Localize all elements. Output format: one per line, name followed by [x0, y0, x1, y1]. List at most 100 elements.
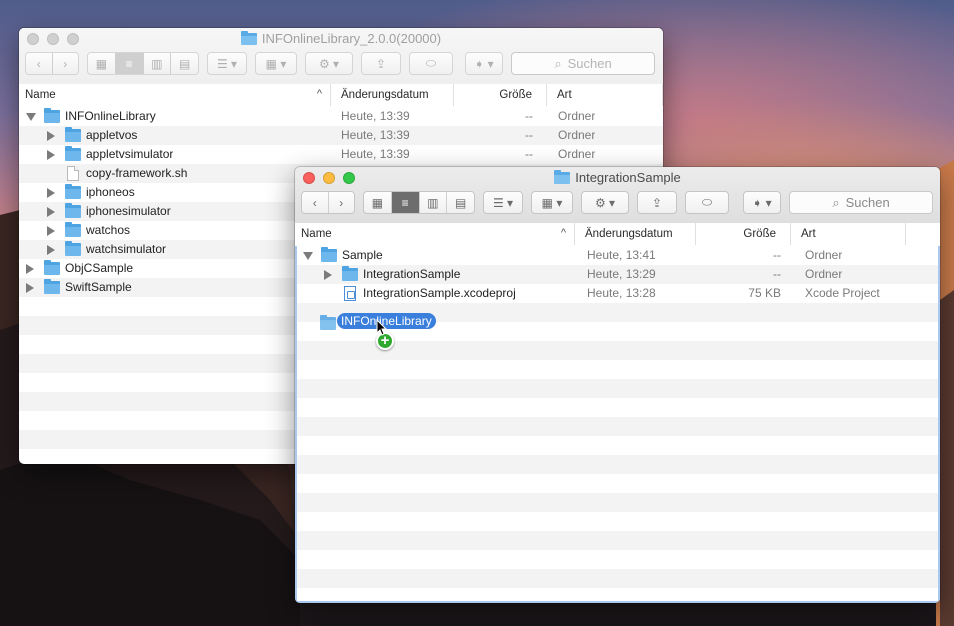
modified-date: Heute, 13:39: [341, 147, 410, 161]
disclosure-open-icon[interactable]: [26, 113, 36, 121]
file-size: --: [773, 248, 781, 262]
folder-icon: [44, 279, 60, 294]
search-field[interactable]: ⌕ Suchen: [789, 191, 933, 214]
empty-row: [297, 360, 938, 379]
disclosure-closed-icon[interactable]: [47, 131, 55, 141]
file-list[interactable]: Sample Heute, 13:41 -- Ordner IntegrationSam…: [295, 246, 940, 603]
arrange-button[interactable]: ☰ ▾: [207, 52, 247, 75]
list-item[interactable]: INFOnlineLibrary Heute, 13:39 -- Ordner: [19, 107, 663, 126]
dropbox-button[interactable]: ➧ ▾: [743, 191, 781, 214]
empty-row: [297, 436, 938, 455]
list-item[interactable]: Sample Heute, 13:41 -- Ordner: [297, 246, 938, 265]
arrow-cursor-icon: [376, 319, 388, 336]
back-button[interactable]: ‹: [302, 192, 329, 213]
icon-view-button[interactable]: ▦: [88, 53, 116, 74]
disclosure-open-icon[interactable]: [303, 252, 313, 260]
file-name: ObjCSample: [65, 261, 134, 275]
file-kind: Xcode Project: [805, 286, 880, 300]
forward-button[interactable]: ›: [53, 53, 79, 74]
list-item[interactable]: appletvsimulator Heute, 13:39 -- Ordner: [19, 145, 663, 164]
window-title-text: INFOnlineLibrary_2.0.0(20000): [261, 31, 442, 46]
column-header-size[interactable]: Größe: [696, 223, 791, 245]
column-view-button[interactable]: ▥: [420, 192, 448, 213]
titlebar[interactable]: INFOnlineLibrary_2.0.0(20000) ‹ › ▦ ≡ ▥ …: [19, 28, 663, 106]
gallery-view-button[interactable]: ▤: [447, 192, 474, 213]
back-button[interactable]: ‹: [26, 53, 53, 74]
empty-row: [297, 588, 938, 603]
file-name: appletvsimulator: [86, 147, 174, 161]
action-button[interactable]: ⚙ ▾: [581, 191, 629, 214]
file-name: copy-framework.sh: [86, 166, 188, 180]
file-size: --: [525, 109, 533, 123]
file-size: 75 KB: [748, 286, 781, 300]
share-icon: ⇪: [375, 56, 387, 71]
group-button[interactable]: ▦ ▾: [531, 191, 573, 214]
column-view-button[interactable]: ▥: [144, 53, 172, 74]
disclosure-closed-icon[interactable]: [26, 283, 34, 293]
list-item[interactable]: IntegrationSample.xcodeproj Heute, 13:28 7…: [297, 284, 938, 303]
folder-icon: [65, 222, 81, 237]
gear-icon: ⚙ ▾: [594, 195, 616, 210]
forward-button[interactable]: ›: [329, 192, 355, 213]
file-size: --: [525, 147, 533, 161]
dragged-folder-icon: [320, 315, 336, 330]
empty-row: [297, 512, 938, 531]
titlebar[interactable]: IntegrationSample ‹ › ▦ ≡ ▥ ▤ ☰ ▾ ▦ ▾ ⚙ …: [295, 167, 940, 245]
folder-icon: [240, 30, 257, 45]
file-size: --: [525, 128, 533, 142]
file-name: IntegrationSample.xcodeproj: [363, 286, 516, 300]
list-view-button[interactable]: ≡: [115, 53, 144, 74]
file-kind: Ordner: [805, 248, 843, 262]
column-header-date[interactable]: Änderungsdatum: [575, 223, 696, 245]
window-title: INFOnlineLibrary_2.0.0(20000): [19, 30, 663, 46]
folder-icon: [554, 169, 571, 184]
empty-row: [297, 455, 938, 474]
column-header-size[interactable]: Größe: [454, 84, 547, 106]
column-header-name[interactable]: Name: [295, 223, 575, 245]
file-name: watchos: [86, 223, 131, 237]
tags-button[interactable]: ⬭: [409, 52, 453, 75]
column-header-kind[interactable]: Art: [791, 223, 906, 245]
modified-date: Heute, 13:28: [587, 286, 656, 300]
tags-button[interactable]: ⬭: [685, 191, 729, 214]
modified-date: Heute, 13:39: [341, 128, 410, 142]
disclosure-closed-icon[interactable]: [47, 226, 55, 236]
folder-icon: [65, 203, 81, 218]
search-field[interactable]: ⌕ Suchen: [511, 52, 655, 75]
icon-view-button[interactable]: ▦: [364, 192, 392, 213]
search-placeholder: Suchen: [567, 56, 612, 71]
list-item[interactable]: appletvos Heute, 13:39 -- Ordner: [19, 126, 663, 145]
empty-row: [297, 569, 938, 588]
gallery-view-button[interactable]: ▤: [171, 53, 198, 74]
toolbar: ‹ › ▦ ≡ ▥ ▤ ☰ ▾ ▦ ▾ ⚙ ▾ ⇪ ⬭ ➧ ▾ ⌕ Suchen: [25, 52, 657, 76]
arrange-button[interactable]: ☰ ▾: [483, 191, 523, 214]
disclosure-closed-icon[interactable]: [324, 270, 332, 280]
document-icon: [67, 166, 79, 181]
dropbox-button[interactable]: ➧ ▾: [465, 52, 503, 75]
empty-row: [297, 379, 938, 398]
disclosure-closed-icon[interactable]: [47, 188, 55, 198]
column-header-kind[interactable]: Art: [547, 84, 663, 106]
list-item[interactable]: IntegrationSample Heute, 13:29 -- Ordner: [297, 265, 938, 284]
file-kind: Ordner: [558, 128, 596, 142]
file-kind: Ordner: [558, 147, 596, 161]
column-header-date[interactable]: Änderungsdatum: [331, 84, 454, 106]
list-view-button[interactable]: ≡: [391, 192, 420, 213]
disclosure-closed-icon[interactable]: [47, 150, 55, 160]
search-icon: ⌕: [554, 55, 562, 71]
folder-icon: [321, 247, 337, 262]
folder-icon: [44, 108, 60, 123]
share-button[interactable]: ⇪: [361, 52, 401, 75]
gear-icon: ⚙ ▾: [318, 56, 340, 71]
finder-window-front[interactable]: IntegrationSample ‹ › ▦ ≡ ▥ ▤ ☰ ▾ ▦ ▾ ⚙ …: [295, 167, 940, 603]
disclosure-closed-icon[interactable]: [47, 245, 55, 255]
column-header-name[interactable]: Name: [19, 84, 331, 106]
toolbar: ‹ › ▦ ≡ ▥ ▤ ☰ ▾ ▦ ▾ ⚙ ▾ ⇪ ⬭ ➧ ▾ ⌕ Suchen: [301, 191, 934, 215]
share-button[interactable]: ⇪: [637, 191, 677, 214]
group-button[interactable]: ▦ ▾: [255, 52, 297, 75]
folder-icon: [65, 184, 81, 199]
action-button[interactable]: ⚙ ▾: [305, 52, 353, 75]
disclosure-closed-icon[interactable]: [47, 207, 55, 217]
disclosure-closed-icon[interactable]: [26, 264, 34, 274]
folder-icon: [44, 260, 60, 275]
